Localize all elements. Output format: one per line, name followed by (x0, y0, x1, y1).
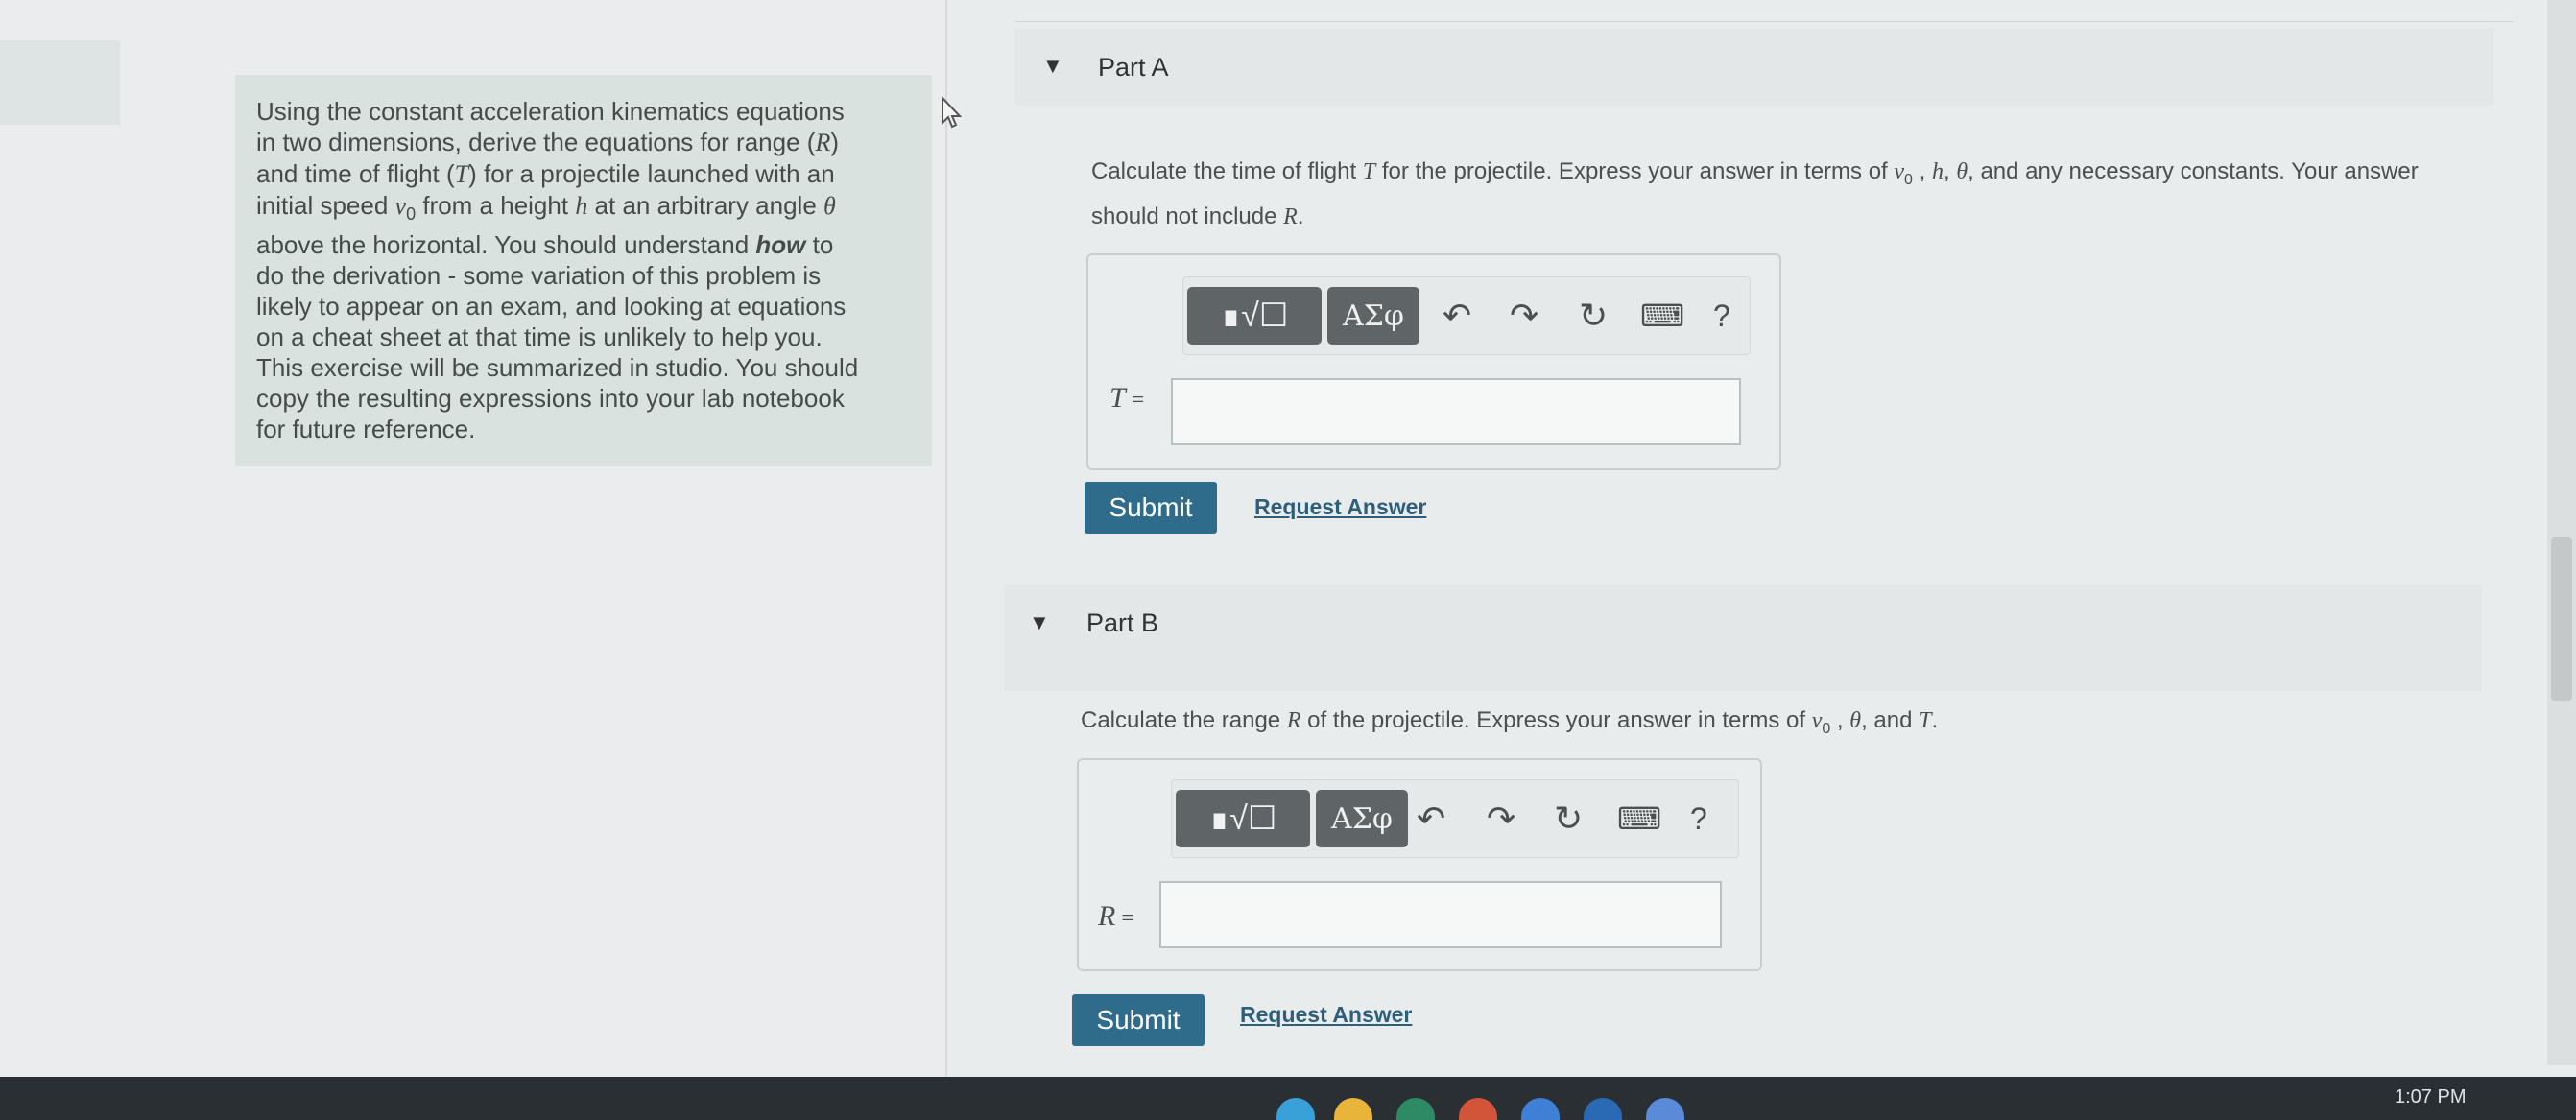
part-a-header[interactable]: ▼ Part A (1015, 29, 2493, 106)
browser-icon[interactable] (1396, 1098, 1435, 1120)
greek-symbols-button[interactable]: ΑΣφ (1327, 287, 1419, 345)
intro-line: for future reference. (256, 415, 476, 444)
keyboard-icon[interactable]: ⌨ (1640, 297, 1684, 335)
undo-icon[interactable]: ↶ (1417, 799, 1445, 838)
intro-line: initial speed v0 from a height h at an a… (256, 191, 836, 225)
part-a-question: Calculate the time of flight T for the p… (1091, 158, 2419, 229)
intro-line: above the horizontal. You should underst… (256, 230, 834, 260)
page-scrollbar[interactable] (2547, 0, 2576, 1065)
redo-icon[interactable]: ↷ (1510, 297, 1538, 335)
keyboard-icon[interactable]: ⌨ (1617, 799, 1661, 838)
part-b-header[interactable]: ▼ Part B (1004, 585, 2482, 691)
part-a-request-answer-link[interactable]: Request Answer (1254, 494, 1426, 520)
greek-symbols-button[interactable]: ΑΣφ (1316, 790, 1408, 847)
collapse-triangle-icon[interactable]: ▼ (1042, 54, 1063, 79)
part-b-submit-button[interactable]: Submit (1072, 994, 1205, 1046)
intro-line: copy the resulting expressions into your… (256, 384, 845, 414)
intro-line: likely to appear on an exam, and looking… (256, 292, 847, 322)
t-equals-label: T = (1109, 382, 1145, 414)
reset-icon[interactable]: ↻ (1579, 297, 1608, 335)
r-answer-input[interactable] (1159, 881, 1722, 948)
intro-text-box: Using the constant acceleration kinemati… (235, 75, 932, 466)
app-icon[interactable] (1584, 1098, 1622, 1120)
part-b-question: Calculate the range R of the projectile.… (1081, 707, 1939, 737)
left-tab-highlight (0, 40, 120, 125)
app-icon[interactable] (1459, 1098, 1497, 1120)
app-icon[interactable] (1276, 1098, 1315, 1120)
app-icon[interactable] (1646, 1098, 1684, 1120)
t-answer-input[interactable] (1171, 378, 1741, 445)
part-b-answer-box: ∎√☐ ΑΣφ ↶ ↷ ↻ ⌨ ? R = (1077, 758, 1762, 971)
taskbar: 1:07 PM (0, 1077, 2576, 1120)
divider (1015, 21, 2513, 22)
redo-icon[interactable]: ↷ (1487, 799, 1515, 838)
templates-button[interactable]: ∎√☐ (1187, 287, 1322, 345)
folder-icon[interactable] (1334, 1098, 1372, 1120)
intro-line: and time of flight (T) for a projectile … (256, 159, 835, 188)
collapse-triangle-icon[interactable]: ▼ (1029, 610, 1050, 635)
math-toolbar: ∎√☐ ΑΣφ ↶ ↷ ↻ ⌨ ? (1182, 276, 1751, 355)
help-icon[interactable]: ? (1690, 801, 1707, 837)
math-toolbar: ∎√☐ ΑΣφ ↶ ↷ ↻ ⌨ ? (1171, 779, 1739, 858)
intro-line: This exercise will be summarized in stud… (256, 353, 859, 383)
part-a-submit-button[interactable]: Submit (1085, 482, 1217, 534)
intro-line: Using the constant acceleration kinemati… (256, 97, 845, 126)
arrow-cursor-icon (942, 96, 962, 129)
reset-icon[interactable]: ↻ (1554, 799, 1583, 838)
intro-line: do the derivation - some variation of th… (256, 261, 822, 291)
help-icon[interactable]: ? (1713, 298, 1730, 334)
scroll-thumb[interactable] (2551, 537, 2572, 701)
r-equals-label: R = (1098, 900, 1134, 932)
part-a-title: Part A (1098, 53, 1169, 82)
intro-line: in two dimensions, derive the equations … (256, 128, 839, 156)
part-b-request-answer-link[interactable]: Request Answer (1240, 1002, 1412, 1028)
templates-button[interactable]: ∎√☐ (1176, 790, 1310, 847)
taskbar-clock[interactable]: 1:07 PM (2395, 1086, 2466, 1108)
part-b-title: Part B (1086, 608, 1159, 637)
intro-line: on a cheat sheet at that time is unlikel… (256, 322, 823, 352)
undo-icon[interactable]: ↶ (1443, 297, 1471, 335)
part-a-answer-box: ∎√☐ ΑΣφ ↶ ↷ ↻ ⌨ ? T = (1086, 253, 1781, 470)
app-icon[interactable] (1521, 1098, 1560, 1120)
